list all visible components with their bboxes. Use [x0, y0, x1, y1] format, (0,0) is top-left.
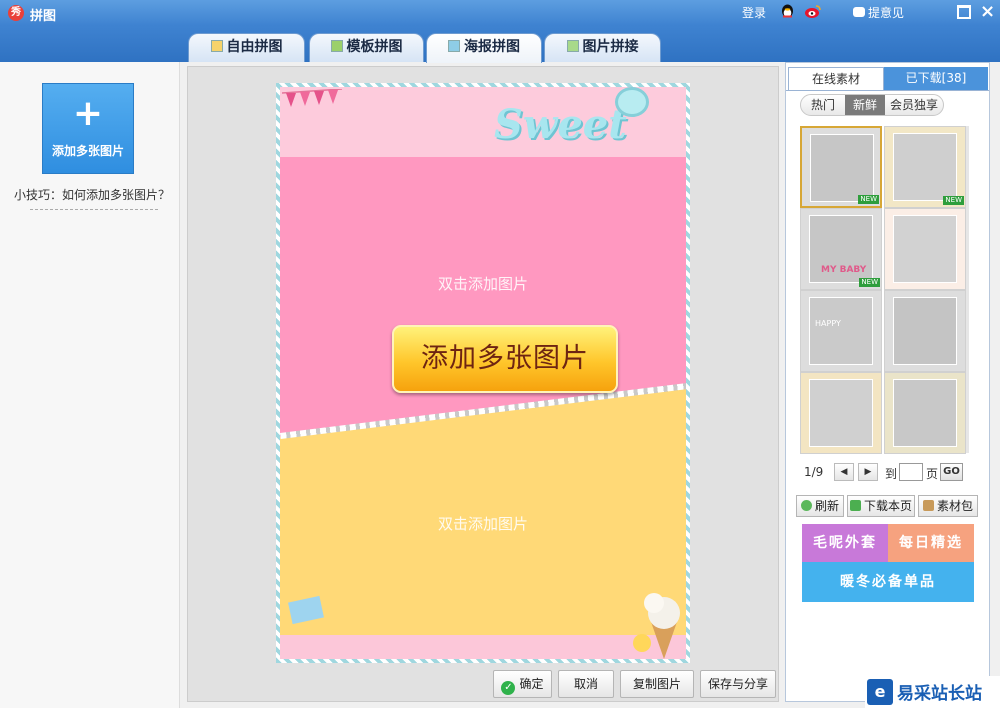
feedback-link[interactable]: 提意见	[868, 4, 904, 21]
template-thumb[interactable]	[884, 290, 966, 372]
template-preview	[893, 297, 957, 365]
site-logo-icon: e	[867, 679, 893, 705]
ice-cream-icon	[633, 593, 680, 659]
add-images-center-button[interactable]: 添加多张图片	[392, 325, 618, 393]
page-unit-label: 页	[926, 467, 939, 481]
chat-bubble-icon	[853, 7, 865, 17]
filter-group: 热门 新鲜 会员独享	[800, 94, 944, 116]
template-thumb[interactable]: NEW	[800, 126, 882, 208]
tab-free-collage[interactable]: 自由拼图	[188, 33, 305, 62]
refresh-icon	[800, 500, 812, 511]
candy-footer-decor	[280, 635, 686, 659]
download-page-button[interactable]: 下载本页	[847, 495, 915, 517]
app-logo-icon: 秀	[8, 5, 24, 21]
template-thumb[interactable]: NEW	[884, 126, 966, 208]
free-collage-icon	[210, 40, 223, 52]
go-button[interactable]: GO	[940, 463, 963, 481]
save-share-button[interactable]: 保存与分享	[700, 670, 776, 698]
placeholder-top: 双击添加图片	[437, 275, 528, 293]
right-panel: 在线素材 已下载[38] 热门 新鲜 会员独享 NEW NEW MY BABY …	[785, 62, 990, 702]
download-arrow-icon	[849, 500, 861, 511]
poster-canvas[interactable]: Sweet 双击添加图片 双击添加图片 添加多张图片	[276, 83, 690, 663]
window-title: 拼图	[30, 9, 57, 24]
tab-online-materials[interactable]: 在线素材	[788, 67, 884, 91]
watermark-text: 易采站长站	[897, 684, 982, 704]
weibo-icon[interactable]	[804, 4, 821, 19]
filter-hot[interactable]: 热门	[801, 95, 845, 115]
title-bar: 秀 拼图 登录 提意见 × 自由拼图 模板拼图 海报拼图 图片拼接	[0, 0, 1000, 63]
template-preview	[893, 215, 957, 283]
check-icon: ✓	[501, 681, 516, 695]
template-caption: MY BABY	[821, 265, 867, 275]
template-thumb[interactable]: HAPPY	[800, 290, 882, 372]
new-badge: NEW	[859, 278, 880, 287]
copy-image-button[interactable]: 复制图片	[620, 670, 694, 698]
page-indicator: 1/9	[804, 465, 824, 479]
template-thumb[interactable]: MY BABY NEW	[800, 208, 882, 290]
filter-vip[interactable]: 会员独享	[885, 95, 943, 115]
banner-wool-coat[interactable]: 毛呢外套	[802, 524, 888, 562]
lollipop-icon	[615, 87, 649, 117]
confirm-button[interactable]: ✓ 确定	[493, 670, 552, 698]
placeholder-bottom: 双击添加图片	[437, 515, 528, 533]
template-thumb[interactable]	[884, 372, 966, 454]
material-pack-button[interactable]: 素材包	[918, 495, 978, 517]
thumbnail-scrollbar[interactable]	[966, 126, 969, 453]
qq-penguin-icon[interactable]	[780, 4, 795, 20]
filter-fresh[interactable]: 新鲜	[845, 95, 885, 115]
add-multiple-images-button[interactable]: + 添加多张图片	[42, 83, 134, 174]
bunting-flag-icon	[282, 89, 342, 107]
blue-flag-icon	[288, 595, 324, 625]
template-collage-icon	[330, 40, 343, 52]
divider	[786, 90, 989, 91]
banner-winter-essentials[interactable]: 暖冬必备单品	[802, 562, 974, 602]
goto-label: 到	[885, 467, 898, 481]
tab-downloaded[interactable]: 已下载[38]	[884, 67, 988, 91]
new-badge: NEW	[943, 196, 964, 205]
ad-banners: 毛呢外套 每日精选 暖冬必备单品	[802, 524, 974, 602]
next-page-button[interactable]: ▶	[858, 463, 878, 481]
new-badge: NEW	[858, 195, 879, 204]
page-number-input[interactable]	[899, 463, 923, 481]
divider	[30, 209, 158, 210]
maximize-button[interactable]	[957, 5, 971, 19]
prev-page-button[interactable]: ◀	[834, 463, 854, 481]
poster-collage-icon	[448, 40, 460, 52]
cancel-button[interactable]: 取消	[558, 670, 614, 698]
template-preview	[893, 133, 957, 201]
left-panel: + 添加多张图片 小技巧：如何添加多张图片？	[0, 62, 180, 708]
template-preview	[809, 379, 873, 447]
template-preview	[809, 297, 873, 365]
refresh-button[interactable]: 刷新	[796, 495, 844, 517]
image-stitch-icon	[566, 40, 579, 52]
sweet-decor-text: Sweet	[494, 101, 627, 148]
close-button[interactable]: ×	[980, 3, 995, 21]
tip-link[interactable]: 小技巧：如何添加多张图片？	[14, 186, 170, 203]
template-caption: HAPPY	[815, 319, 841, 328]
package-icon	[922, 500, 934, 511]
template-preview	[893, 379, 957, 447]
tab-template-collage[interactable]: 模板拼图	[309, 33, 424, 62]
tab-poster-collage[interactable]: 海报拼图	[426, 33, 542, 63]
poster-content: Sweet 双击添加图片 双击添加图片 添加多张图片	[280, 87, 686, 659]
template-thumb[interactable]	[884, 208, 966, 290]
tab-image-stitch[interactable]: 图片拼接	[544, 33, 661, 62]
template-preview	[810, 134, 874, 202]
watermark: e 易采站长站	[865, 676, 1000, 708]
add-button-label: 添加多张图片	[51, 144, 124, 158]
banner-daily-pick[interactable]: 每日精选	[888, 524, 974, 562]
plus-icon: +	[72, 93, 104, 134]
template-thumb[interactable]	[800, 372, 882, 454]
login-link[interactable]: 登录	[742, 4, 766, 21]
